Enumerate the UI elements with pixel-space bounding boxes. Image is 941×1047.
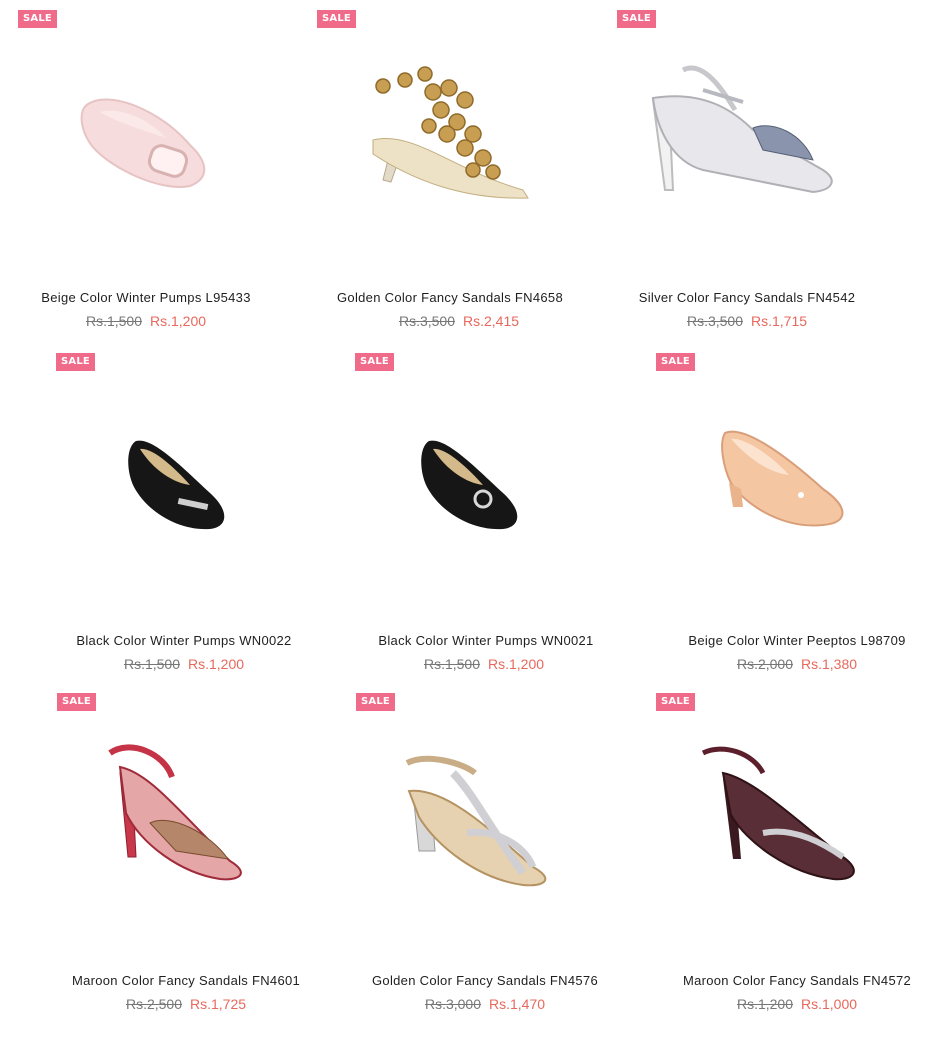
product-title[interactable]: Black Color Winter Pumps WN0021 <box>336 633 636 648</box>
product-card[interactable]: SALE Golden Color Fancy Sandals FN4658 R… <box>313 0 613 340</box>
product-image-golden-jeweled-sandal[interactable] <box>353 30 573 230</box>
sale-badge: SALE <box>57 693 96 711</box>
sale-price: Rs.1,200 <box>188 656 245 672</box>
sale-badge: SALE <box>656 693 695 711</box>
product-image-black-pump[interactable] <box>70 413 290 613</box>
sale-badge: SALE <box>356 693 395 711</box>
product-title[interactable]: Golden Color Fancy Sandals FN4658 <box>300 290 600 305</box>
product-price: Rs.2,500 Rs.1,725 <box>36 996 336 1012</box>
product-card[interactable]: SALE Black Color Winter Pumps WN0022 Rs.… <box>0 343 300 683</box>
sale-price: Rs.1,000 <box>801 996 858 1012</box>
product-price: Rs.1,500 Rs.1,200 <box>0 313 296 329</box>
old-price: Rs.2,000 <box>736 656 793 672</box>
product-card[interactable]: SALE Beige Color Winter Peeptos L98709 R… <box>613 343 913 683</box>
product-title[interactable]: Maroon Color Fancy Sandals FN4601 <box>36 973 336 988</box>
old-price: Rs.1,200 <box>736 996 793 1012</box>
old-price: Rs.3,000 <box>424 996 481 1012</box>
sale-badge: SALE <box>56 353 95 371</box>
product-title[interactable]: Black Color Winter Pumps WN0022 <box>34 633 334 648</box>
product-image-silver-sandal[interactable] <box>643 50 863 250</box>
sale-badge: SALE <box>317 10 356 28</box>
old-price: Rs.1,500 <box>123 656 180 672</box>
product-title[interactable]: Silver Color Fancy Sandals FN4542 <box>597 290 897 305</box>
product-price: Rs.3,500 Rs.1,715 <box>597 313 897 329</box>
sale-price: Rs.1,380 <box>801 656 858 672</box>
product-image-beige-peeptoe[interactable] <box>673 403 893 603</box>
product-image-maroon-sandal[interactable] <box>683 733 903 933</box>
product-title[interactable]: Beige Color Winter Pumps L95433 <box>0 290 296 305</box>
sale-price: Rs.1,715 <box>751 313 808 329</box>
product-title[interactable]: Maroon Color Fancy Sandals FN4572 <box>647 973 941 988</box>
old-price: Rs.1,500 <box>423 656 480 672</box>
sale-price: Rs.2,415 <box>463 313 520 329</box>
product-card[interactable]: SALE Golden Color Fancy Sandals FN4576 R… <box>313 683 613 1023</box>
sale-price: Rs.1,470 <box>489 996 546 1012</box>
product-image-red-metallic-sandal[interactable] <box>80 733 300 933</box>
sale-price: Rs.1,200 <box>150 313 207 329</box>
old-price: Rs.3,500 <box>398 313 455 329</box>
product-price: Rs.3,000 Rs.1,470 <box>335 996 635 1012</box>
product-price: Rs.2,000 Rs.1,380 <box>647 656 941 672</box>
product-card[interactable]: SALE Maroon Color Fancy Sandals FN4601 R… <box>0 683 300 1023</box>
sale-badge: SALE <box>18 10 57 28</box>
sale-price: Rs.1,200 <box>488 656 545 672</box>
product-card[interactable]: SALE Maroon Color Fancy Sandals FN4572 R… <box>613 683 913 1023</box>
product-card[interactable]: SALE Silver Color Fancy Sandals FN4542 R… <box>613 0 913 340</box>
old-price: Rs.1,500 <box>85 313 142 329</box>
product-price: Rs.3,500 Rs.2,415 <box>309 313 609 329</box>
sale-badge: SALE <box>617 10 656 28</box>
product-title[interactable]: Golden Color Fancy Sandals FN4576 <box>335 973 635 988</box>
product-image-beige-pump[interactable] <box>40 50 260 250</box>
product-card[interactable]: SALE Black Color Winter Pumps WN0021 Rs.… <box>313 343 613 683</box>
old-price: Rs.3,500 <box>686 313 743 329</box>
product-title[interactable]: Beige Color Winter Peeptos L98709 <box>647 633 941 648</box>
sale-badge: SALE <box>656 353 695 371</box>
product-image-black-pump-bow[interactable] <box>373 413 593 613</box>
sale-badge: SALE <box>355 353 394 371</box>
product-card[interactable]: SALE Beige Color Winter Pumps L95433 Rs.… <box>0 0 300 340</box>
sale-price: Rs.1,725 <box>190 996 247 1012</box>
product-price: Rs.1,500 Rs.1,200 <box>34 656 334 672</box>
old-price: Rs.2,500 <box>125 996 182 1012</box>
product-image-golden-tstrap-sandal[interactable] <box>383 733 603 933</box>
product-price: Rs.1,200 Rs.1,000 <box>647 996 941 1012</box>
product-price: Rs.1,500 Rs.1,200 <box>334 656 634 672</box>
